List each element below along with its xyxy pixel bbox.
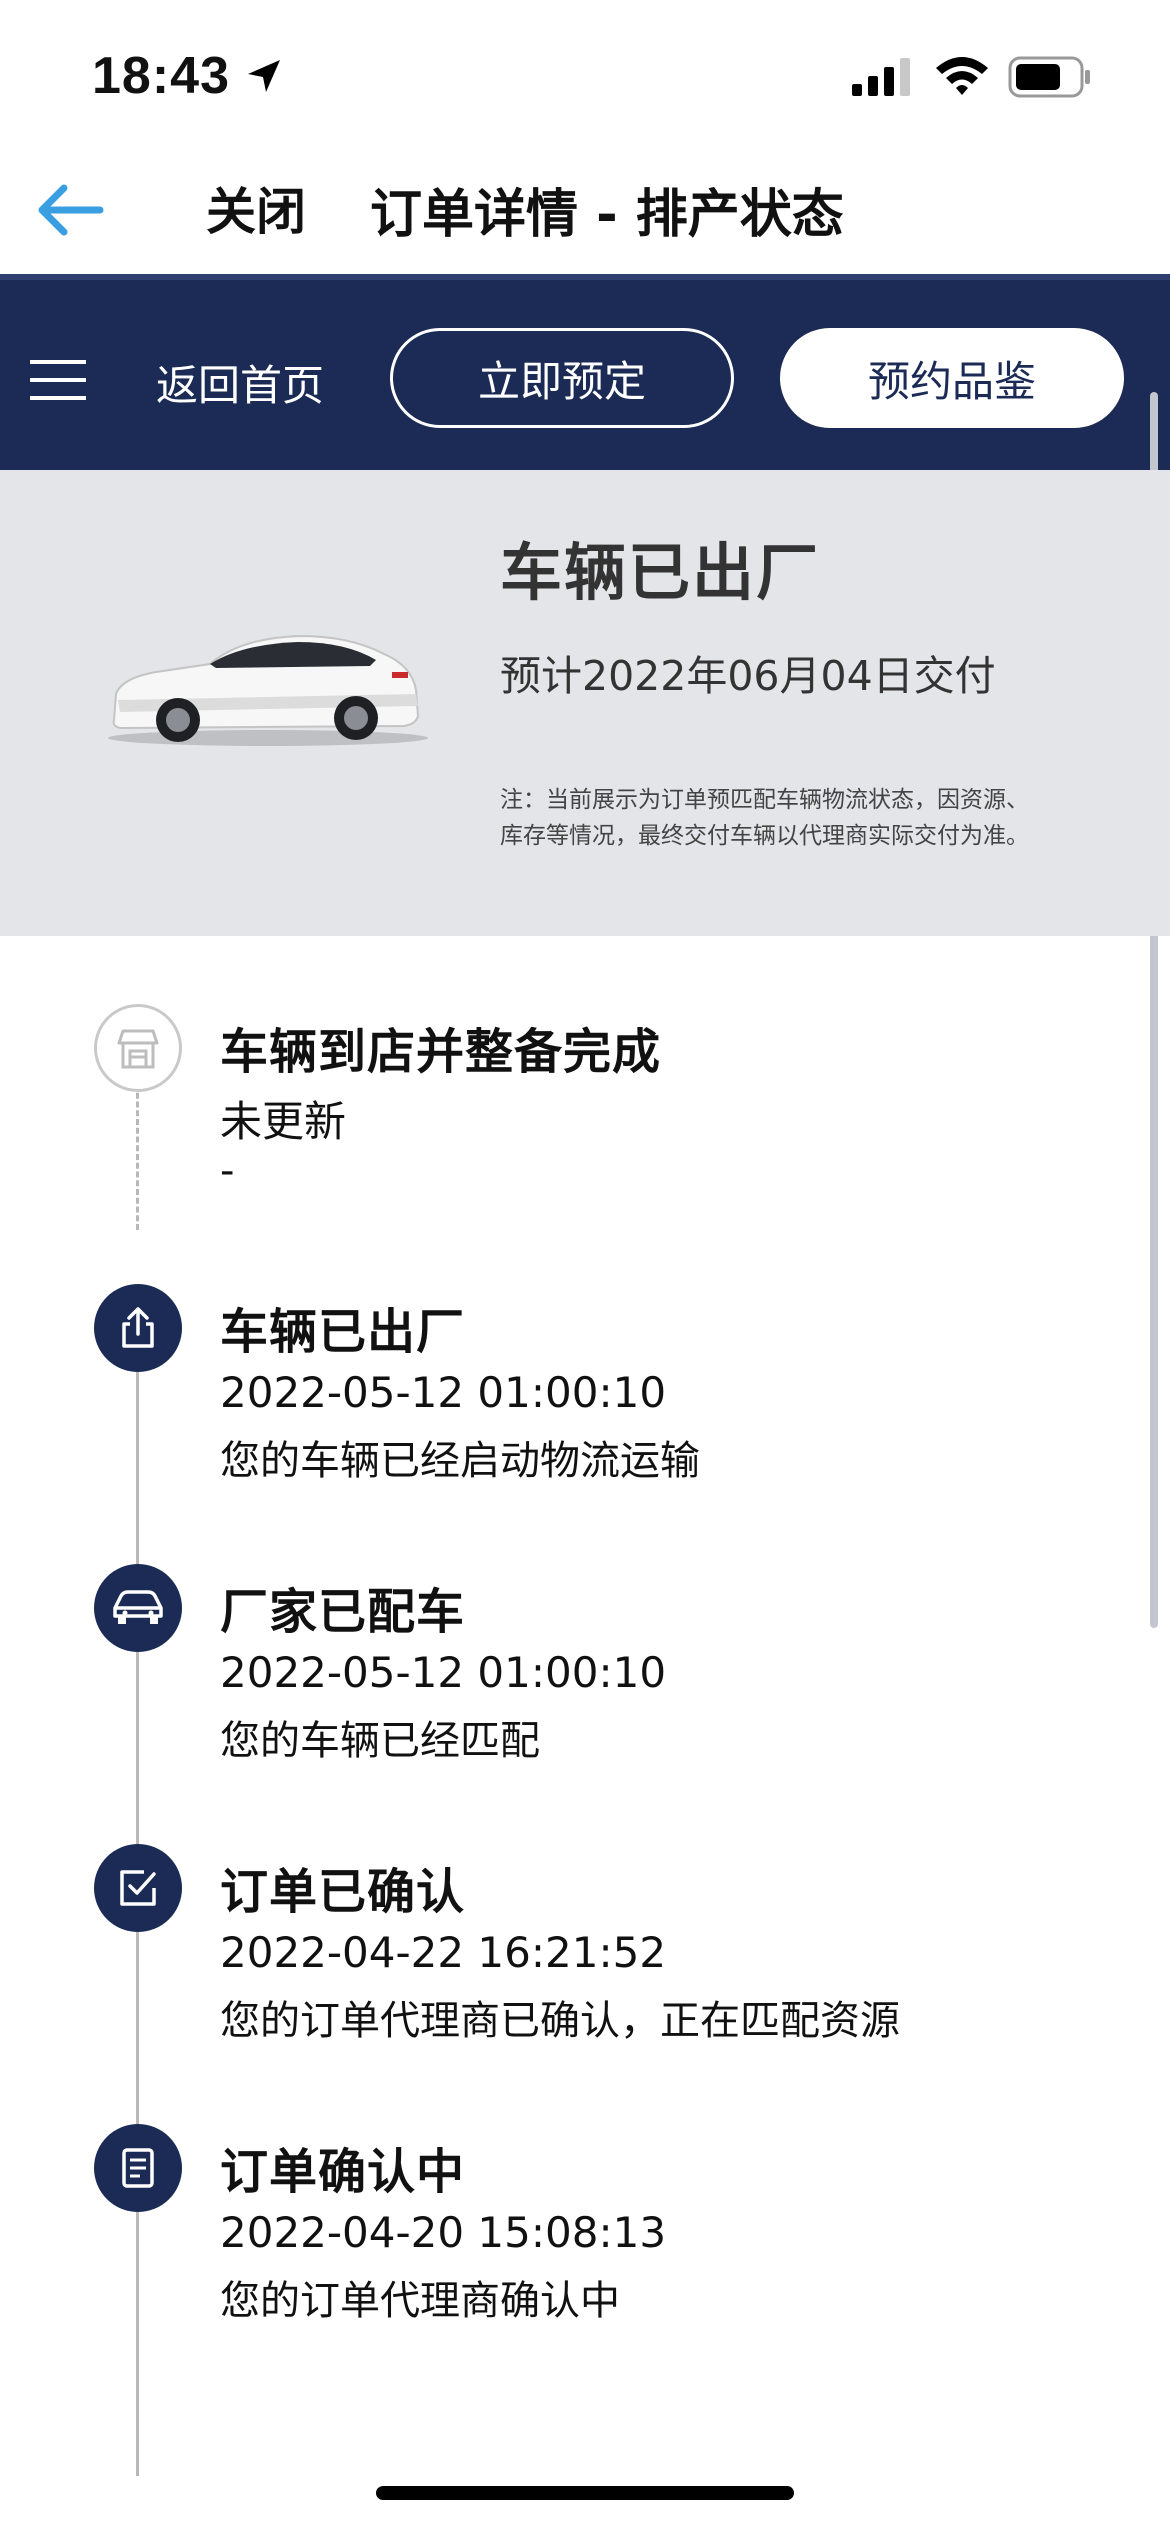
status-note: 注：当前展示为订单预匹配车辆物流状态，因资源、 库存等情况，最终交付车辆以代理商… [500, 782, 1100, 854]
wifi-icon [934, 54, 990, 102]
timeline-desc: 您的订单代理商确认中 [220, 2278, 620, 2324]
timeline-title: 厂家已配车 [220, 1584, 466, 1640]
timeline-time: 未更新 [220, 1097, 347, 1146]
status-bar: 18:43 [0, 0, 1170, 150]
order-status-hero: 车辆已出厂 预计2022年06月04日交付 注：当前展示为订单预匹配车辆物流状态… [0, 470, 1170, 936]
store-icon [94, 1004, 182, 1092]
delivery-eta: 预计2022年06月04日交付 [500, 652, 996, 700]
checkbox-icon [94, 1844, 182, 1932]
nav-bar: 返回首页 立即预定 预约品鉴 [0, 274, 1170, 470]
timeline-item: 车辆到店并整备完成 未更新 - [0, 936, 1150, 1194]
book-test-drive-button[interactable]: 预约品鉴 [780, 328, 1124, 428]
timeline-item: 订单已确认 2022-04-22 16:21:52 您的订单代理商已确认，正在匹… [0, 1776, 1150, 2044]
timeline-item: 订单确认中 2022-04-20 15:08:13 您的订单代理商确认中 [0, 2056, 1150, 2324]
timeline-time: 2022-05-12 01:00:10 [220, 1368, 667, 1417]
timeline-desc: 您的订单代理商已确认，正在匹配资源 [220, 1998, 900, 2044]
timeline-title: 车辆已出厂 [220, 1304, 466, 1360]
battery-icon [1008, 56, 1092, 102]
timeline-title: 订单确认中 [220, 2144, 466, 2200]
order-now-button[interactable]: 立即预定 [390, 328, 734, 428]
page-title: 订单详情 - 排产状态 [370, 185, 844, 245]
document-icon [94, 2124, 182, 2212]
status-note-line: 注：当前展示为订单预匹配车辆物流状态，因资源、 [500, 787, 1029, 813]
timeline-title: 车辆到店并整备完成 [220, 1024, 662, 1080]
title-bar: 关闭 订单详情 - 排产状态 [0, 150, 1170, 274]
timeline-desc: - [220, 1148, 235, 1194]
timeline-item: 厂家已配车 2022-05-12 01:00:10 您的车辆已经匹配 [0, 1496, 1150, 1764]
share-out-icon [94, 1284, 182, 1372]
car-icon [94, 1564, 182, 1652]
status-title: 车辆已出厂 [500, 536, 821, 609]
book-test-drive-label: 预约品鉴 [867, 356, 1036, 406]
timeline-title: 订单已确认 [220, 1864, 466, 1920]
timeline-time: 2022-04-20 15:08:13 [220, 2208, 667, 2257]
order-now-label: 立即预定 [477, 356, 646, 406]
timeline-desc: 您的车辆已经匹配 [220, 1718, 540, 1764]
timeline-time: 2022-04-22 16:21:52 [220, 1928, 667, 1977]
timeline-time: 2022-05-12 01:00:10 [220, 1648, 667, 1697]
timeline-desc: 您的车辆已经启动物流运输 [220, 1438, 700, 1484]
timeline-item: 车辆已出厂 2022-05-12 01:00:10 您的车辆已经启动物流运输 [0, 1216, 1150, 1484]
back-arrow-icon[interactable] [34, 180, 104, 244]
status-note-line: 库存等情况，最终交付车辆以代理商实际交付为准。 [500, 823, 1029, 849]
car-image [100, 620, 430, 754]
location-arrow-icon [244, 56, 284, 100]
status-time: 18:43 [92, 47, 230, 105]
order-timeline: 车辆到店并整备完成 未更新 - 车辆已出厂 2022-05-12 01:00:1… [0, 936, 1150, 2476]
hamburger-menu-icon[interactable] [30, 358, 86, 406]
home-indicator[interactable] [376, 2486, 794, 2500]
cellular-signal-icon [852, 58, 914, 102]
home-link[interactable]: 返回首页 [156, 352, 324, 413]
close-button[interactable]: 关闭 [206, 172, 306, 244]
